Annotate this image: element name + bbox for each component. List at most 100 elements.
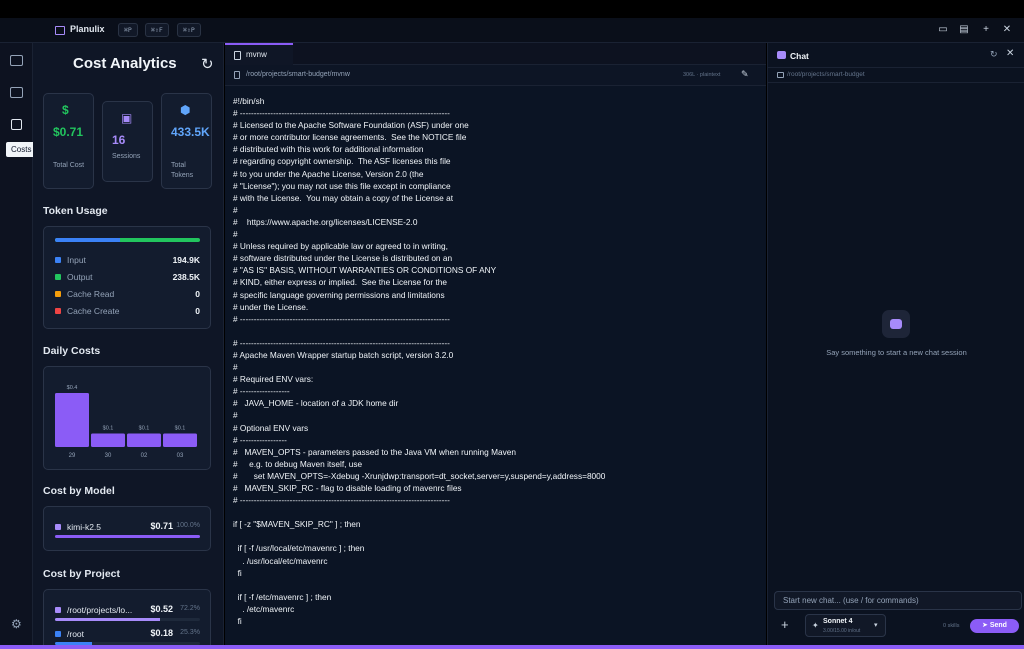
close-icon[interactable]: ✕ xyxy=(1001,24,1013,36)
chart-icon[interactable] xyxy=(11,119,22,130)
cost-by-model-heading: Cost by Model xyxy=(43,485,115,497)
daily-costs-heading: Daily Costs xyxy=(43,345,101,357)
edit-pencil-icon[interactable]: ✎ xyxy=(741,69,749,80)
project-pct: 72.2% xyxy=(180,605,200,612)
terminal-icon: ▣ xyxy=(121,111,133,125)
model-selector[interactable]: ✦ Sonnet 4 3.00/15.00 in/out ▾ xyxy=(805,614,886,637)
project-cost: $0.18 xyxy=(150,628,173,638)
attach-plus-icon[interactable]: + xyxy=(781,617,789,632)
stat-card-sessions: ▣ 16 Sessions xyxy=(102,101,153,182)
project-row[interactable]: /root/projects/lo... $0.52 72.2% xyxy=(55,604,200,624)
bar-02 xyxy=(127,433,161,447)
command-palette-shortcut[interactable]: ⌘⇧P xyxy=(177,23,201,37)
top-black-strip xyxy=(0,0,1024,18)
send-button[interactable]: ➤ Send xyxy=(970,619,1019,633)
model-cost: $0.71 xyxy=(150,521,173,531)
daily-costs-card: $0.4 29 $0.1 30 $0.1 02 $0.1 03 xyxy=(43,366,211,470)
refresh-icon[interactable]: ↻ xyxy=(990,49,998,60)
chevron-down-icon: ▾ xyxy=(874,622,878,629)
stat-card-total-tokens: ⬢ 433.5K Total Tokens xyxy=(161,93,212,189)
code-editor: mvnw /root/projects/smart-budget/mvnw 30… xyxy=(225,43,766,645)
file-path: /root/projects/smart-budget/mvnw xyxy=(246,71,350,78)
cube-icon: ⬢ xyxy=(180,103,191,117)
app-logo-icon xyxy=(55,26,65,35)
bar-29 xyxy=(55,393,89,447)
file-icon xyxy=(234,71,240,79)
x-tick-label: 02 xyxy=(141,453,148,459)
x-tick-label: 29 xyxy=(69,453,76,459)
daily-costs-chart: $0.4 29 $0.1 30 $0.1 02 $0.1 03 xyxy=(55,385,197,459)
code-content[interactable]: #!/bin/sh # ----------------------------… xyxy=(233,95,763,627)
add-icon[interactable]: + xyxy=(980,24,992,36)
chat-panel: Chat ↻ ✕ /root/projects/smart-budget Say… xyxy=(767,43,1024,645)
chat-path: /root/projects/smart-budget xyxy=(787,71,865,78)
bar-value-label: $0.4 xyxy=(67,385,78,391)
bar-value-label: $0.1 xyxy=(103,426,114,432)
stat-value: $0.71 xyxy=(53,125,84,139)
cost-by-project-heading: Cost by Project xyxy=(43,568,121,580)
close-icon[interactable]: ✕ xyxy=(1006,48,1014,59)
chat-path-bar: /root/projects/smart-budget xyxy=(768,68,1024,83)
editor-tab-bar: mvnw xyxy=(225,43,766,65)
chat-bubble-icon[interactable]: ▤ xyxy=(958,24,970,36)
search-shortcut[interactable]: ⌘⇧F xyxy=(145,23,169,37)
model-price: 3.00/15.00 in/out xyxy=(823,628,861,634)
file-path-bar: /root/projects/smart-budget/mvnw 306L · … xyxy=(225,65,766,86)
stat-label: Total Tokens xyxy=(171,162,194,179)
project-row[interactable]: /root $0.18 25.3% xyxy=(55,628,200,645)
file-meta: 306L · plaintext xyxy=(683,72,721,78)
stat-value: 16 xyxy=(112,133,126,147)
tab-label: mvnw xyxy=(246,50,267,59)
chat-bot-icon xyxy=(777,51,786,59)
legend-row-input: Input 194.9K xyxy=(55,255,200,267)
refresh-icon[interactable]: ↻ xyxy=(201,55,214,73)
bar-30 xyxy=(91,433,125,447)
bar-03 xyxy=(163,433,197,447)
sparkle-icon: ✦ xyxy=(812,621,819,630)
bottom-accent-bar xyxy=(0,645,1024,649)
bar-value-label: $0.1 xyxy=(139,426,150,432)
empty-chat-message: Say something to start a new chat sessio… xyxy=(826,348,967,357)
title-bar: Planulix ⌘P ⌘⇧F ⌘⇧P ▭ ▤ + ✕ xyxy=(0,18,1024,43)
token-usage-input-fill xyxy=(55,238,121,242)
settings-gear-icon[interactable]: ⚙ xyxy=(11,617,22,631)
project-name: /root/projects/lo... xyxy=(67,605,133,615)
chat-header: Chat ↻ ✕ xyxy=(768,43,1024,68)
app-name: Planulix xyxy=(70,24,105,34)
costs-tooltip: Costs xyxy=(6,142,37,157)
terminal-icon[interactable] xyxy=(10,87,23,98)
legend-row-cache-create: Cache Create 0 xyxy=(55,306,200,318)
terminal-icon[interactable]: ▭ xyxy=(937,24,949,36)
stat-value: 433.5K xyxy=(171,125,210,139)
bar-value-label: $0.1 xyxy=(175,426,186,432)
chat-title: Chat xyxy=(790,51,809,61)
quick-open-shortcut[interactable]: ⌘P xyxy=(118,23,138,37)
project-cost: $0.52 xyxy=(150,604,173,614)
legend-row-output: Output 238.5K xyxy=(55,272,200,284)
token-usage-heading: Token Usage xyxy=(43,205,108,217)
panel-title: Cost Analytics xyxy=(73,55,177,72)
model-name: Sonnet 4 xyxy=(823,618,853,625)
project-pct: 25.3% xyxy=(180,629,200,636)
send-arrow-icon: ➤ xyxy=(982,622,990,629)
cost-analytics-panel: Cost Analytics ↻ $ $0.71 Total Cost ▣ 16… xyxy=(33,43,224,645)
x-tick-label: 03 xyxy=(177,453,184,459)
bot-avatar-icon xyxy=(882,310,910,338)
chat-input[interactable] xyxy=(774,591,1022,610)
project-share-fill xyxy=(55,618,160,621)
token-usage-bar xyxy=(55,238,200,242)
editor-tab-mvnw[interactable]: mvnw xyxy=(225,43,293,65)
file-icon xyxy=(234,51,241,60)
model-row: kimi-k2.5 $0.71 100.0% xyxy=(55,521,200,541)
folder-icon xyxy=(777,72,784,78)
cost-by-model-card: kimi-k2.5 $0.71 100.0% xyxy=(43,506,211,551)
x-tick-label: 30 xyxy=(105,453,112,459)
stat-card-total-cost: $ $0.71 Total Cost xyxy=(43,93,94,189)
stat-label: Sessions xyxy=(112,153,141,160)
dollar-icon: $ xyxy=(62,103,69,117)
stat-label: Total Cost xyxy=(53,162,85,169)
chat-stats: 0 skills xyxy=(943,623,960,629)
model-pct: 100.0% xyxy=(176,522,200,529)
project-name: /root xyxy=(67,629,85,639)
folder-icon[interactable] xyxy=(10,55,23,66)
